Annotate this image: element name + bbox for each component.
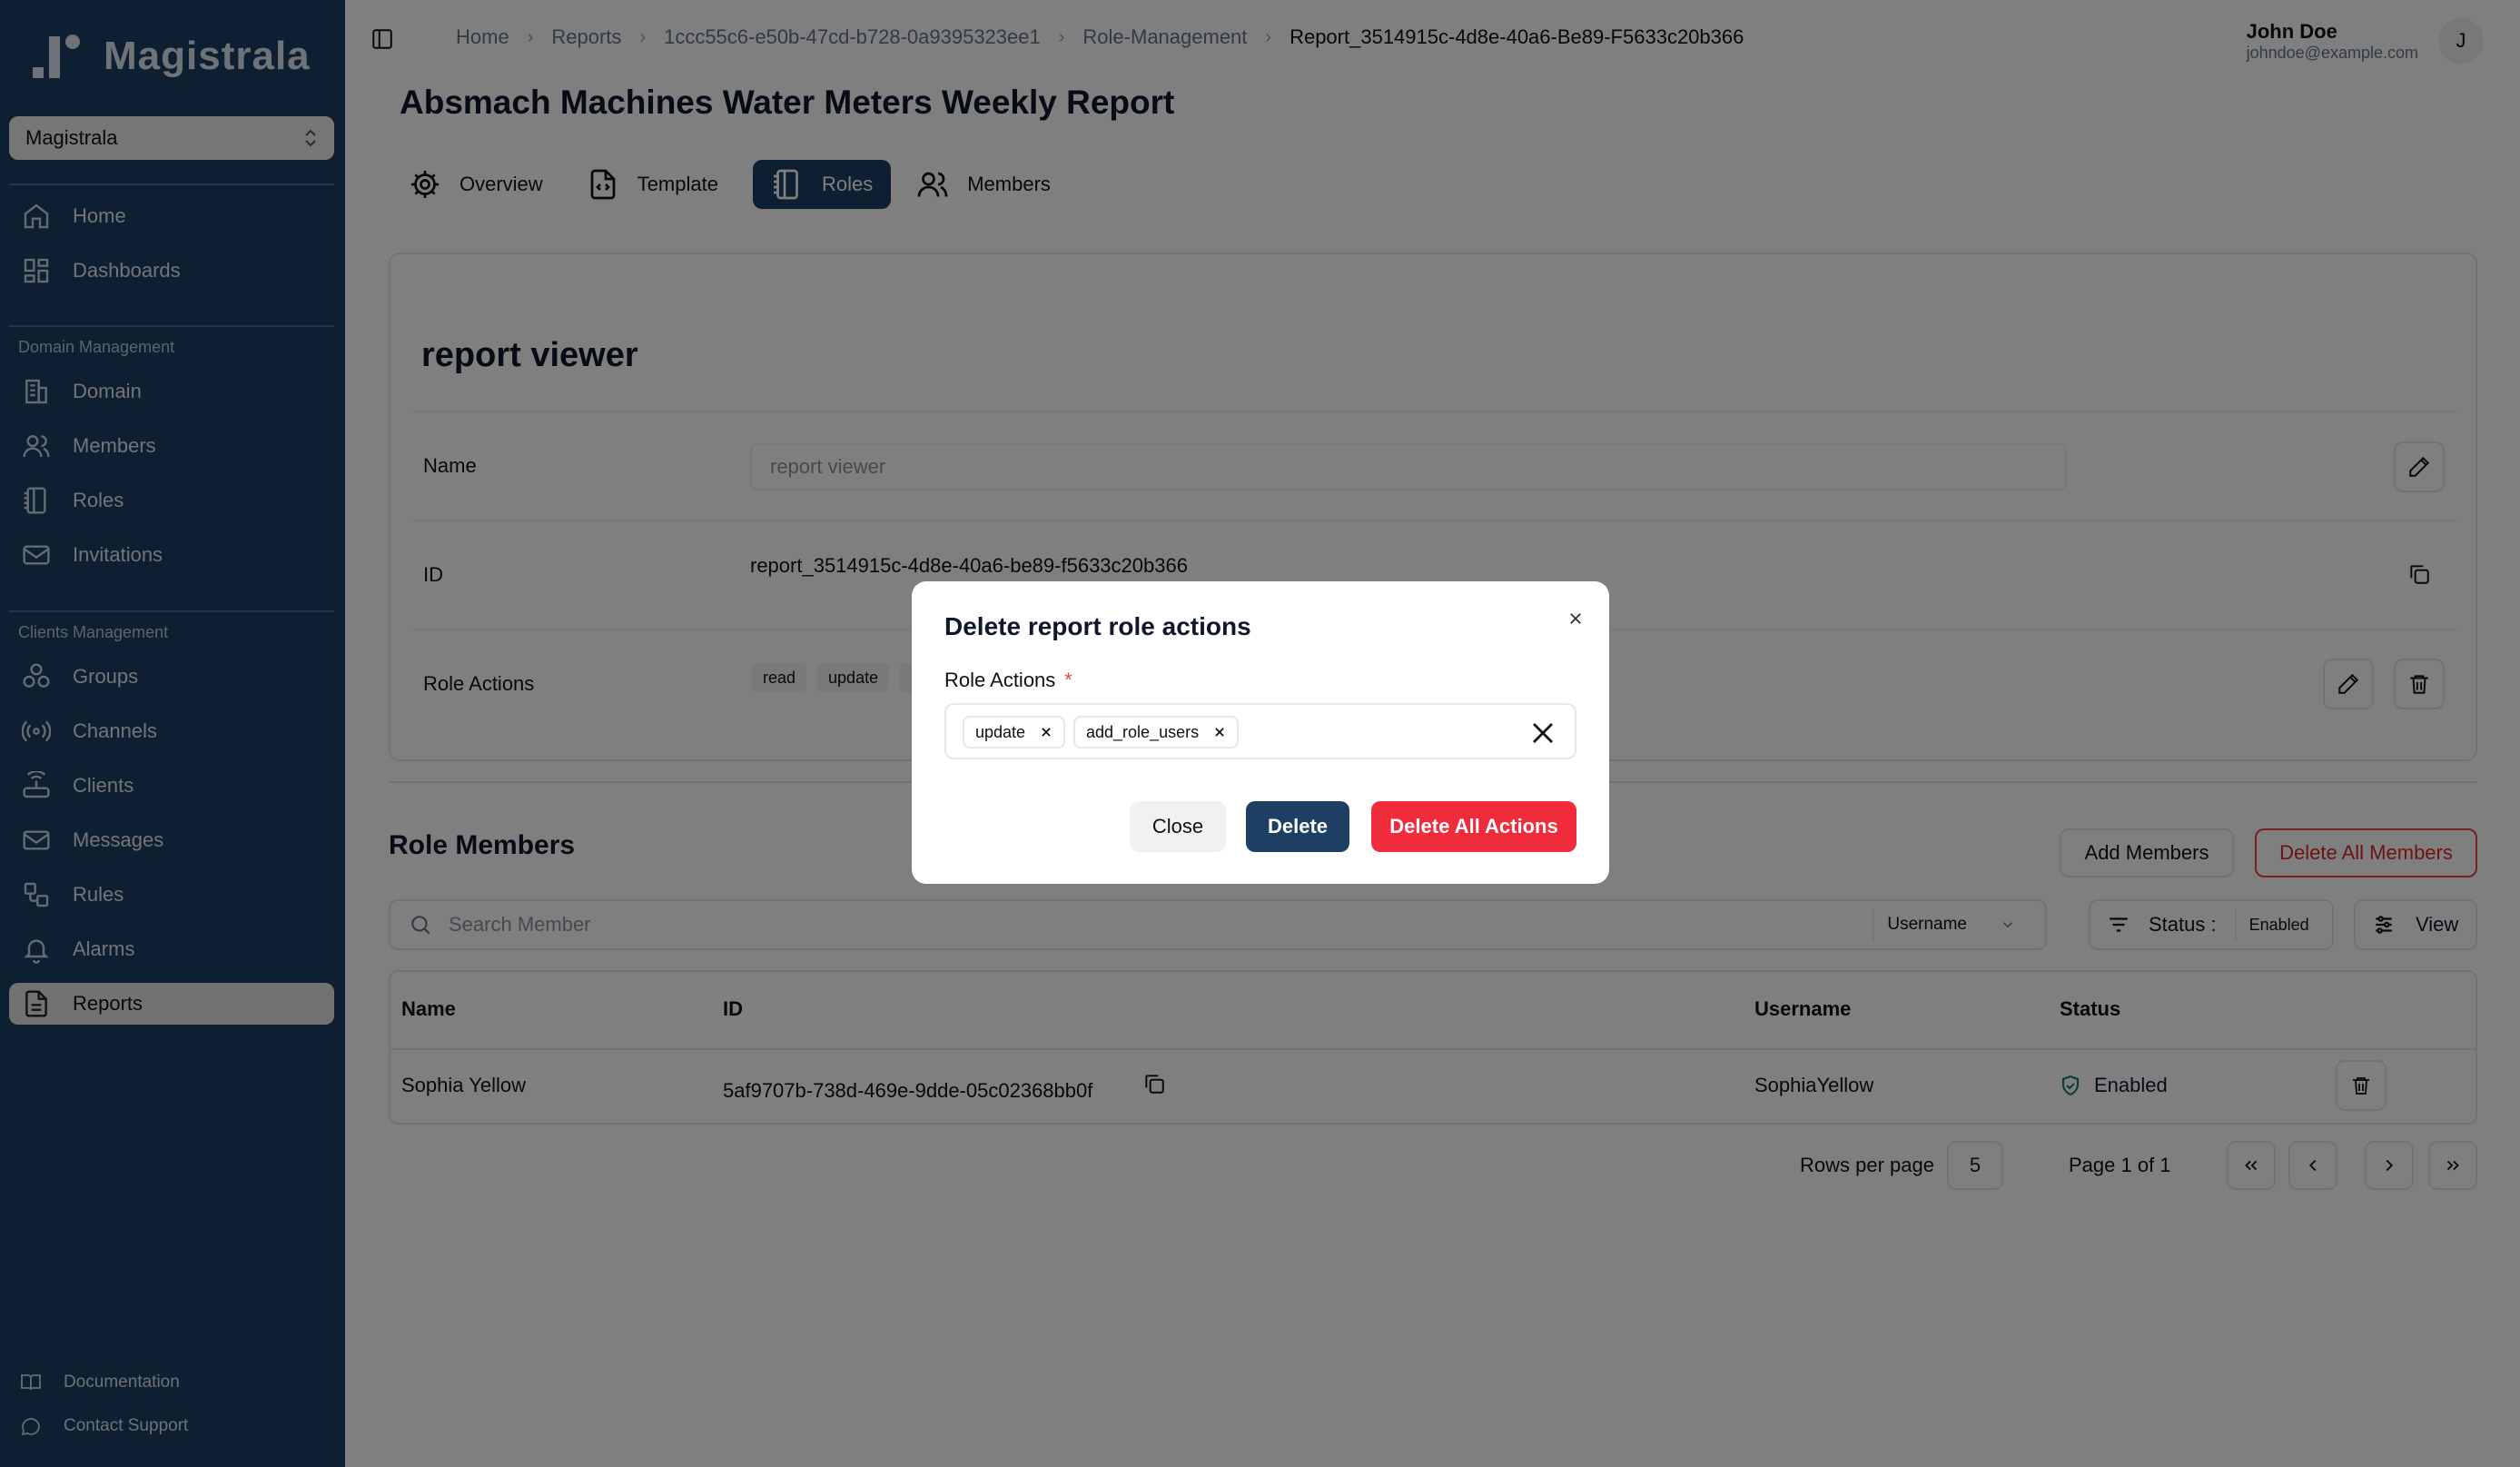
remove-chip-icon[interactable] <box>1040 726 1052 738</box>
field-label-text: Role Actions <box>944 669 1056 691</box>
delete-all-actions-button[interactable]: Delete All Actions <box>1371 801 1576 852</box>
delete-button[interactable]: Delete <box>1246 801 1349 852</box>
chip-label: add_role_users <box>1086 722 1200 741</box>
close-button[interactable]: Close <box>1130 801 1226 852</box>
delete-role-actions-dialog: Delete report role actions Role Actions *… <box>912 581 1609 884</box>
selected-action-chip: add_role_users <box>1073 716 1240 748</box>
remove-chip-icon[interactable] <box>1213 726 1226 738</box>
chip-label: update <box>975 722 1026 741</box>
required-mark: * <box>1064 669 1072 691</box>
role-actions-field-label: Role Actions * <box>944 669 1072 692</box>
selected-action-chip: update <box>963 716 1066 748</box>
dialog-title: Delete report role actions <box>944 612 1251 640</box>
role-actions-multiselect[interactable]: update add_role_users <box>944 703 1576 759</box>
clear-all-icon[interactable] <box>1529 719 1556 747</box>
dialog-close-button[interactable] <box>1562 605 1589 632</box>
close-icon <box>1570 613 1581 624</box>
